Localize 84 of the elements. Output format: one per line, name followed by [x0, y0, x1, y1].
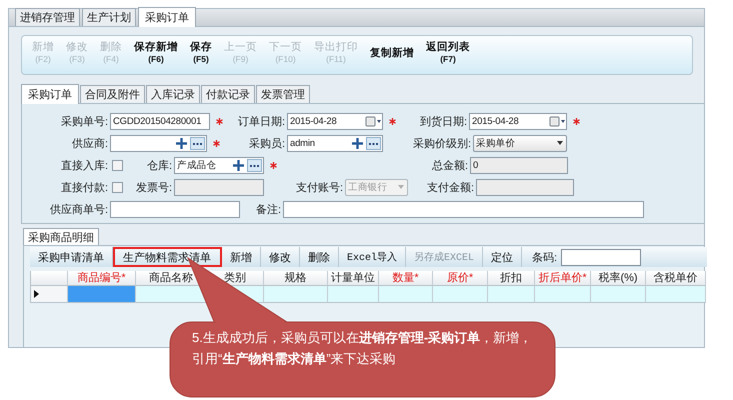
- lookup-field[interactable]: 产成品仓: [174, 156, 264, 174]
- lookup-field[interactable]: admin: [287, 134, 383, 152]
- checkbox[interactable]: [112, 182, 123, 192]
- field-label: 支付金额:: [426, 180, 475, 194]
- field-label: 采购单号:: [60, 114, 109, 128]
- field-label: 条码:: [531, 250, 558, 264]
- add-button[interactable]: [350, 136, 365, 150]
- toolbar-button[interactable]: Excel导入: [339, 247, 406, 267]
- calendar-icon: [549, 116, 566, 126]
- ellipsis-icon: [193, 142, 202, 144]
- field-label: 发票号:: [134, 180, 173, 194]
- field-label: 支付账号:: [294, 180, 344, 194]
- table-cell[interactable]: [535, 286, 591, 303]
- toolbar-button[interactable]: 采购申请清单: [30, 247, 113, 267]
- field-label: 采购员:: [248, 136, 286, 150]
- column-header: 折后单价*: [535, 271, 591, 286]
- field-label: 总金额:: [430, 158, 469, 172]
- date-field[interactable]: 2015-04-28: [469, 112, 567, 130]
- tab[interactable]: 入库记录: [146, 85, 200, 103]
- field-label: 供应商单号:: [48, 202, 109, 216]
- column-header: 商品编号*: [68, 271, 136, 286]
- field-label: 仓库:: [146, 158, 173, 172]
- toolbar-button[interactable]: 修改: [261, 247, 300, 267]
- checkbox[interactable]: [112, 160, 123, 170]
- toolbar-button[interactable]: 保存新增 (F6): [134, 41, 178, 65]
- date-field[interactable]: 2015-04-28: [287, 112, 383, 130]
- plus-icon: [176, 138, 187, 148]
- column-header: 计量单位: [328, 271, 379, 286]
- ellipsis-icon: [369, 142, 378, 144]
- input-field[interactable]: [110, 200, 240, 218]
- tab[interactable]: 采购订单: [138, 7, 196, 27]
- plus-icon: [233, 160, 244, 170]
- dropdown[interactable]: 采购单价: [473, 134, 567, 152]
- callout-text: 5.生成成功后，采购员可以在进销存管理-采购订单，新增，引用“生产物料需求清单”来下达采购: [192, 329, 534, 368]
- table-cell[interactable]: [379, 286, 433, 303]
- tab[interactable]: 采购商品明细: [23, 228, 99, 246]
- calendar-icon: [365, 116, 382, 126]
- toolbar-button[interactable]: 返回列表 (F7): [426, 41, 470, 65]
- tab[interactable]: 合同及附件: [80, 85, 145, 103]
- table-cell[interactable]: [136, 286, 207, 303]
- column-header: 税率(%): [591, 271, 646, 286]
- table-cell[interactable]: [646, 286, 706, 303]
- caret-icon: [395, 184, 407, 190]
- input-field: 0: [470, 156, 568, 174]
- column-header: 折扣: [488, 271, 535, 286]
- field-label: 供应商:: [70, 136, 109, 150]
- tab[interactable]: 采购订单: [21, 84, 79, 104]
- field-label: 备注:: [254, 202, 282, 216]
- field-label: 订单日期:: [236, 114, 286, 128]
- toolbar-button[interactable]: 新增: [222, 247, 261, 267]
- caret-icon: [554, 140, 566, 146]
- column-header: 原价*: [433, 271, 488, 286]
- tab[interactable]: 发票管理: [256, 85, 310, 103]
- field-label: 直接入库:: [60, 158, 109, 172]
- field-label: 直接付款:: [60, 180, 109, 194]
- table-cell[interactable]: [433, 286, 488, 303]
- column-header: 含税单价: [646, 271, 706, 286]
- field-label: 到货日期:: [418, 114, 468, 128]
- input-field[interactable]: CGDD201504280001: [110, 112, 210, 130]
- tab[interactable]: 进销存管理: [15, 8, 80, 26]
- column-header: 规格: [264, 271, 328, 286]
- ellipsis-icon: [250, 164, 259, 166]
- column-header: 数量*: [379, 271, 433, 286]
- table-cell[interactable]: [68, 286, 136, 303]
- toolbar-button[interactable]: 删除: [300, 247, 339, 267]
- barcode-field[interactable]: [561, 248, 642, 266]
- add-button[interactable]: [231, 158, 246, 172]
- table-cell[interactable]: [488, 286, 535, 303]
- table-cell[interactable]: [328, 286, 379, 303]
- table-cell[interactable]: [591, 286, 646, 303]
- browse-button[interactable]: [190, 136, 205, 150]
- plus-icon: [352, 138, 363, 148]
- toolbar-button[interactable]: 定位: [483, 247, 522, 267]
- add-button[interactable]: [174, 136, 189, 150]
- toolbar-button[interactable]: 复制新增: [370, 47, 414, 59]
- lookup-field[interactable]: [110, 134, 207, 152]
- field-label: 采购价级别:: [412, 136, 472, 150]
- browse-button[interactable]: [366, 136, 381, 150]
- browse-button[interactable]: [247, 158, 262, 172]
- toolbar-button[interactable]: 保存 (F5): [190, 41, 212, 65]
- tab[interactable]: 生产计划: [82, 8, 136, 26]
- input-field[interactable]: [283, 200, 644, 218]
- table-cell[interactable]: [264, 286, 328, 303]
- tab[interactable]: 付款记录: [201, 85, 255, 103]
